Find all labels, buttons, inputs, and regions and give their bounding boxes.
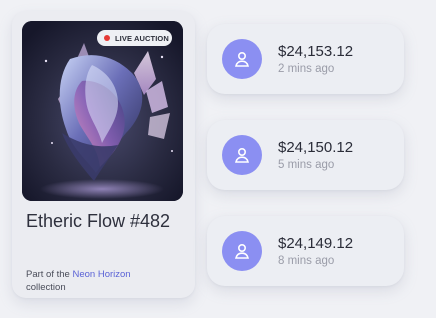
nft-title: Etheric Flow #482 xyxy=(26,211,171,231)
bid-item[interactable]: $24,153.12 2 mins ago xyxy=(207,24,404,94)
avatar xyxy=(222,231,262,271)
collection-prefix: Part of the xyxy=(26,269,70,280)
live-auction-badge: LIVE AUCTION xyxy=(97,30,172,46)
avatar xyxy=(222,39,262,79)
bid-amount: $24,149.12 xyxy=(278,235,354,252)
bid-amount: $24,150.12 xyxy=(278,139,354,156)
collection-info: Part of the Neon Horizon collection xyxy=(26,268,186,294)
nft-artwork xyxy=(22,21,183,201)
bid-time: 8 mins ago xyxy=(278,255,335,267)
user-icon xyxy=(234,243,250,259)
collection-link[interactable]: Neon Horizon xyxy=(72,269,130,280)
live-dot-icon xyxy=(104,35,110,41)
bid-item[interactable]: $24,149.12 8 mins ago xyxy=(207,216,404,286)
user-icon xyxy=(234,51,250,67)
user-icon xyxy=(234,147,250,163)
bid-amount: $24,153.12 xyxy=(278,43,354,60)
bid-time: 5 mins ago xyxy=(278,159,335,171)
live-auction-label: LIVE AUCTION xyxy=(115,33,169,43)
avatar xyxy=(222,135,262,175)
nft-card[interactable]: LIVE AUCTION Etheric Flow #482 Part of t… xyxy=(12,11,195,298)
collection-suffix: collection xyxy=(26,282,66,293)
bid-item[interactable]: $24,150.12 5 mins ago xyxy=(207,120,404,190)
bid-time: 2 mins ago xyxy=(278,63,335,75)
